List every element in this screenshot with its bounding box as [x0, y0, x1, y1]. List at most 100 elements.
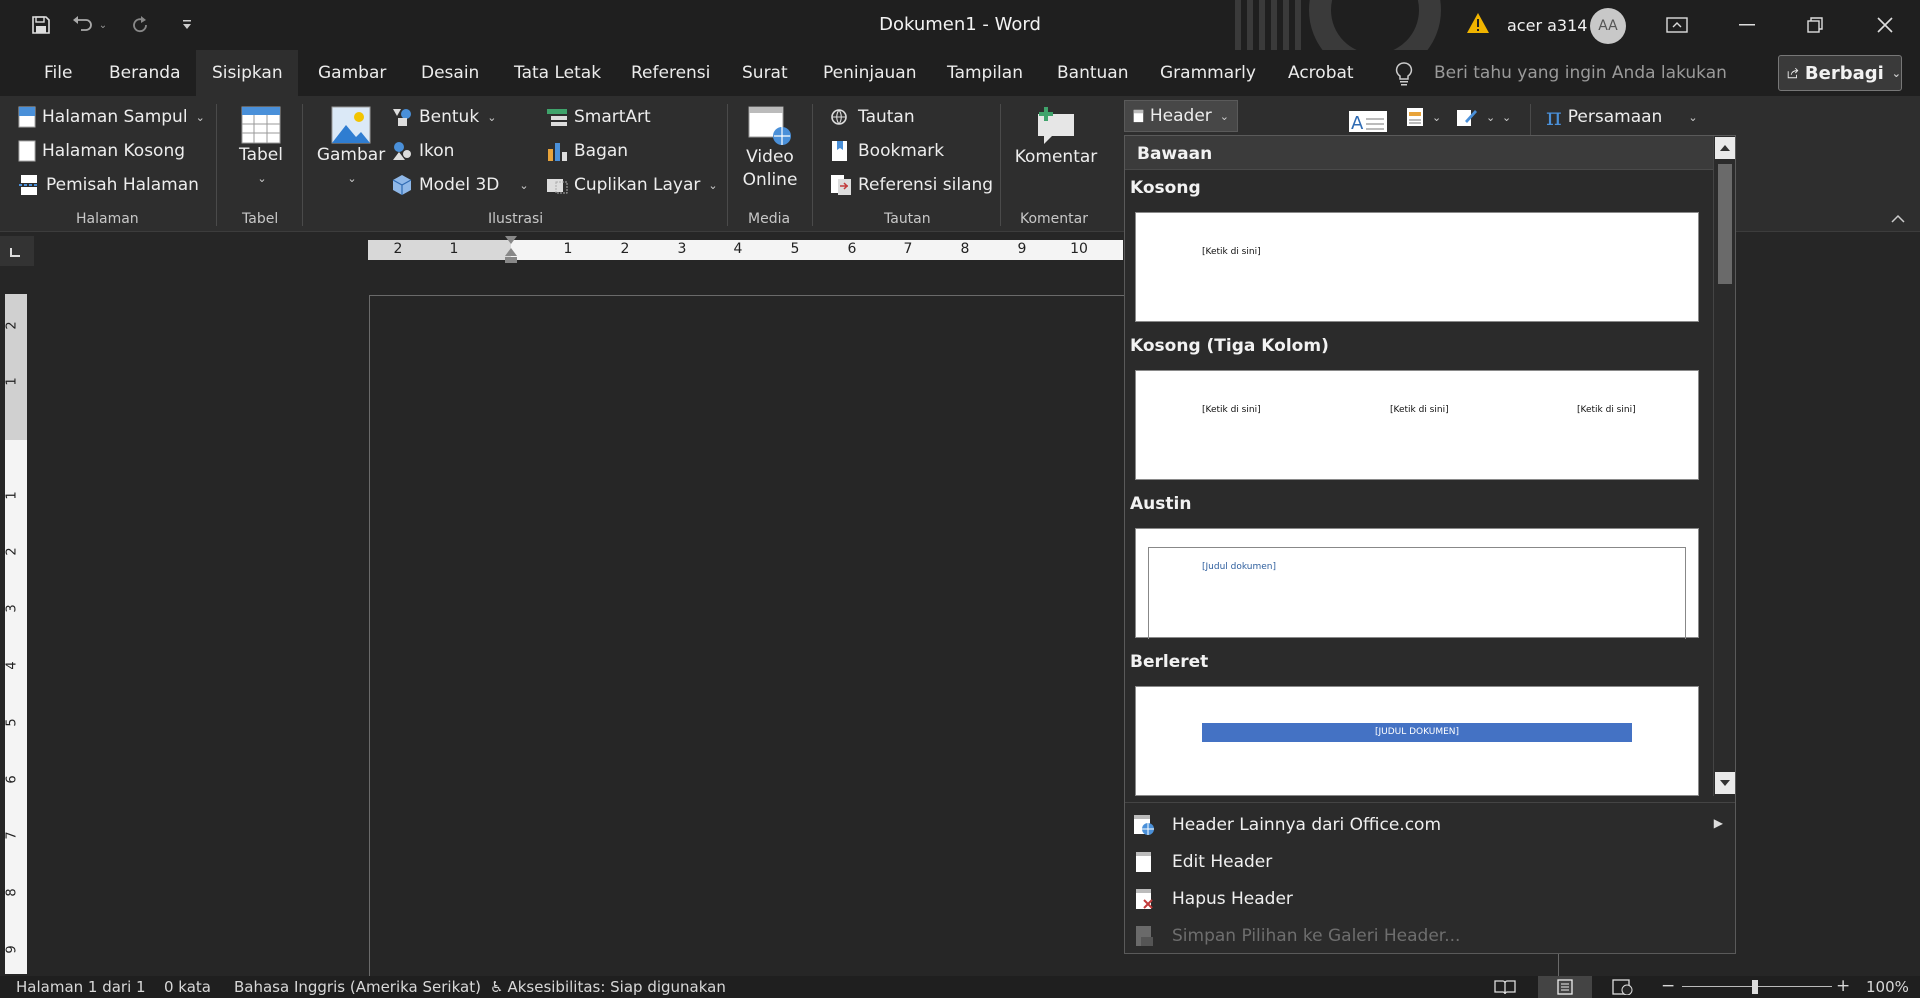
- ruler-label: 1: [4, 491, 20, 500]
- ruler-label: 4: [4, 661, 20, 670]
- print-layout-icon[interactable]: [1538, 976, 1592, 998]
- horizontal-ruler[interactable]: 2 1 1 2 3 4 5 6 7 8 9 10: [368, 236, 1123, 263]
- share-button[interactable]: Berbagi ⌄: [1778, 55, 1902, 91]
- restore-icon[interactable]: [1792, 5, 1838, 45]
- quick-parts-icon: [1407, 108, 1423, 126]
- tab-acrobat[interactable]: Acrobat: [1272, 50, 1370, 96]
- tell-me-search[interactable]: Beri tahu yang ingin Anda lakukan: [1434, 63, 1727, 83]
- header-option-austin[interactable]: [Judul dokumen]: [1135, 528, 1699, 639]
- indent-marker[interactable]: [503, 236, 519, 264]
- halaman-kosong-button[interactable]: Halaman Kosong: [18, 136, 185, 166]
- smartart-label: SmartArt: [574, 107, 651, 127]
- zoom-in-icon[interactable]: +: [1836, 976, 1850, 996]
- ruler-label: 2: [4, 321, 20, 330]
- avatar[interactable]: AA: [1590, 8, 1626, 44]
- scrollbar-thumb[interactable]: [1718, 164, 1732, 284]
- cuplikan-layar-button[interactable]: Cuplikan Layar ⌄: [546, 170, 718, 200]
- warning-icon[interactable]: [1466, 12, 1490, 34]
- chevron-down-icon: ⌄: [519, 178, 529, 192]
- tab-peninjauan[interactable]: Peninjauan: [807, 50, 932, 96]
- header-button[interactable]: Header ⌄: [1124, 100, 1238, 132]
- web-layout-icon[interactable]: [1612, 979, 1634, 995]
- page-count[interactable]: Halaman 1 dari 1: [16, 978, 146, 996]
- zoom-level[interactable]: 100%: [1866, 978, 1909, 996]
- bookmark-button[interactable]: Bookmark: [830, 136, 944, 166]
- tab-selector[interactable]: [0, 236, 34, 266]
- zoom-slider-thumb[interactable]: [1752, 980, 1758, 994]
- vertical-ruler[interactable]: 2 1 1 2 3 4 5 6 7 8 9: [5, 294, 27, 974]
- ruler-label: 6: [847, 241, 857, 257]
- minimize-icon[interactable]: [1724, 5, 1770, 45]
- halaman-sampul-button[interactable]: Halaman Sampul ⌄: [18, 102, 205, 132]
- tab-grammarly[interactable]: Grammarly: [1144, 50, 1272, 96]
- scroll-up-icon[interactable]: [1715, 137, 1735, 159]
- accessibility-status[interactable]: ♿ Aksesibilitas: Siap digunakan: [490, 978, 726, 996]
- header-option-berleret[interactable]: [JUDUL DOKUMEN]: [1135, 686, 1699, 796]
- tab-beranda[interactable]: Beranda: [93, 50, 197, 96]
- austin-frame: [1148, 547, 1686, 639]
- ruler-label: 7: [903, 241, 913, 257]
- zoom-out-icon[interactable]: −: [1661, 976, 1675, 996]
- tab-desain[interactable]: Desain: [405, 50, 495, 96]
- ruler-label: 8: [960, 241, 970, 257]
- gallery-section-title: Kosong (Tiga Kolom): [1130, 336, 1329, 356]
- tab-surat[interactable]: Surat: [726, 50, 804, 96]
- menu-item-edit-header[interactable]: Edit Header: [1125, 844, 1735, 880]
- ruler-label: 5: [4, 718, 20, 727]
- menu-item-header-lainnya[interactable]: Header Lainnya dari Office.com ▶: [1125, 807, 1735, 843]
- menu-item-label: Simpan Pilihan ke Galeri Header...: [1172, 926, 1461, 946]
- edit-header-icon: [1136, 852, 1151, 872]
- ikon-button[interactable]: Ikon: [391, 136, 454, 166]
- header-option-kosong[interactable]: [Ketik di sini]: [1135, 212, 1699, 322]
- scroll-down-icon[interactable]: [1715, 772, 1735, 794]
- save-icon[interactable]: [26, 11, 56, 39]
- menu-item-hapus-header[interactable]: Hapus Header: [1125, 881, 1735, 917]
- tab-referensi[interactable]: Referensi: [615, 50, 726, 96]
- tab-sisipkan[interactable]: Sisipkan: [196, 50, 298, 96]
- ruler-label: 10: [1070, 241, 1088, 257]
- komentar-button[interactable]: Komentar: [1014, 106, 1098, 169]
- language-status[interactable]: Bahasa Inggris (Amerika Serikat): [234, 978, 481, 996]
- ribbon-display-options-icon[interactable]: [1654, 5, 1700, 45]
- smartart-button[interactable]: SmartArt: [546, 102, 651, 132]
- gallery-section-title: Kosong: [1130, 178, 1201, 198]
- pemisah-halaman-button[interactable]: Pemisah Halaman: [18, 170, 199, 200]
- header-option-kosong-tiga-kolom[interactable]: [Ketik di sini] [Ketik di sini] [Ketik d…: [1135, 370, 1699, 480]
- share-icon: [1787, 67, 1799, 79]
- tab-file[interactable]: File: [28, 50, 88, 96]
- text-box-button[interactable]: A: [1348, 104, 1388, 134]
- undo-icon[interactable]: [68, 11, 98, 39]
- collapse-ribbon-icon[interactable]: [1890, 214, 1906, 224]
- gambar-button[interactable]: Gambar ⌄: [317, 106, 385, 190]
- bagan-button[interactable]: Bagan: [546, 136, 628, 166]
- tautan-button[interactable]: Tautan: [830, 102, 915, 132]
- gallery-heading: Bawaan: [1125, 136, 1713, 170]
- persamaan-label: Persamaan: [1567, 107, 1663, 127]
- user-name[interactable]: acer a314: [1507, 16, 1587, 35]
- group-label-halaman: Halaman: [76, 211, 139, 227]
- customize-quick-access-icon[interactable]: [172, 11, 202, 39]
- tab-tampilan[interactable]: Tampilan: [931, 50, 1039, 96]
- persamaan-button[interactable]: π Persamaan ⌄: [1546, 102, 1698, 132]
- video-online-button[interactable]: Video Online: [740, 106, 800, 192]
- referensi-silang-button[interactable]: Referensi silang: [830, 170, 993, 200]
- quick-parts-button[interactable]: ⌄: [1406, 102, 1441, 132]
- video-label-1: Video: [746, 147, 794, 167]
- date-time-dropdown[interactable]: ⌄: [1500, 102, 1511, 132]
- tabel-button[interactable]: Tabel ⌄: [236, 106, 286, 190]
- undo-dropdown-icon[interactable]: ⌄: [96, 11, 110, 39]
- tab-gambar[interactable]: Gambar: [302, 50, 402, 96]
- lightbulb-icon[interactable]: [1395, 62, 1413, 86]
- bentuk-button[interactable]: Bentuk ⌄: [391, 102, 496, 132]
- close-icon[interactable]: [1862, 5, 1908, 45]
- gallery-scrollbar[interactable]: [1713, 136, 1735, 796]
- signature-line-button[interactable]: ⌄: [1456, 102, 1495, 132]
- redo-icon[interactable]: [126, 11, 156, 39]
- word-count[interactable]: 0 kata: [164, 978, 211, 996]
- halaman-kosong-label: Halaman Kosong: [42, 141, 186, 161]
- read-mode-icon[interactable]: [1494, 979, 1516, 995]
- chevron-down-icon: ⌄: [1891, 66, 1901, 80]
- tab-tata-letak[interactable]: Tata Letak: [498, 50, 617, 96]
- tab-bantuan[interactable]: Bantuan: [1041, 50, 1145, 96]
- model-3d-button[interactable]: Model 3D ⌄: [391, 170, 529, 200]
